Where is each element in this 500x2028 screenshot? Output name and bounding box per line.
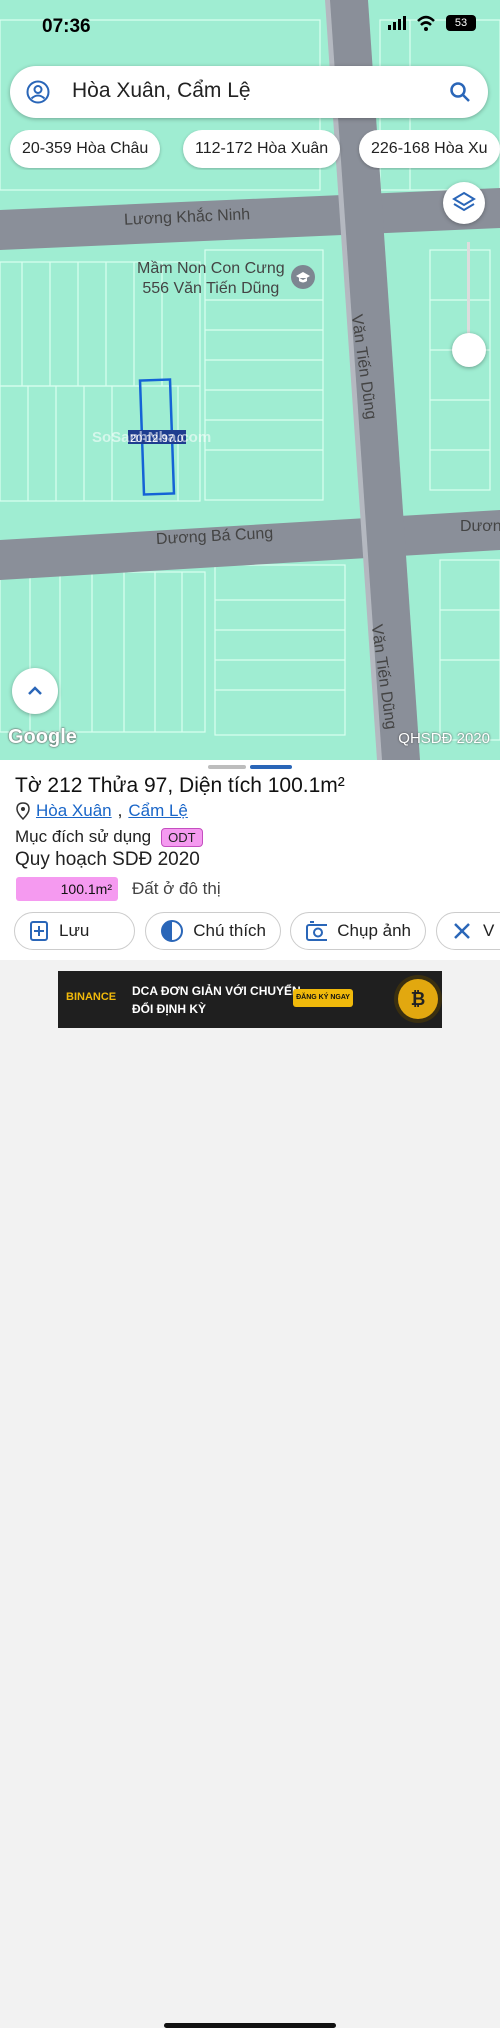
land-purpose-row: Mục đích sử dụng ODT xyxy=(15,827,203,847)
more-tools-label: V xyxy=(483,921,495,940)
legend-label: Chú thích xyxy=(193,921,266,940)
plan-area-row: 100.1m² Đất ở đô thị xyxy=(16,877,221,901)
chip-suggestion[interactable]: 112-172 Hòa Xuân xyxy=(183,130,341,168)
poi-address: 556 Văn Tiến Dũng xyxy=(142,280,280,297)
purpose-label: Mục đích sử dụng xyxy=(15,827,152,846)
location-separator: , xyxy=(117,801,123,820)
account-icon[interactable] xyxy=(26,80,50,104)
ad-headline-1: DCA ĐƠN GIẢN VỚI CHUYỂN xyxy=(132,984,301,998)
search-bar[interactable]: Hòa Xuân, Cẩm Lệ xyxy=(10,66,488,118)
street-label-duong-east: Dươn xyxy=(460,518,500,535)
capture-label: Chụp ảnh xyxy=(337,921,411,940)
ad-banner[interactable]: BINANCE DCA ĐƠN GIẢN VỚI CHUYỂN ĐỔI ĐỊNH… xyxy=(58,971,442,1028)
parcel-info-sheet: Tờ 212 Thửa 97, Diện tích 100.1m² Hòa Xu… xyxy=(0,760,500,960)
legend-icon xyxy=(161,920,183,942)
plan-area-bar: 100.1m² xyxy=(16,877,118,901)
suggestion-chips: 20-359 Hòa Châu 112-172 Hòa Xuân 226-168… xyxy=(0,130,500,170)
active-layer-tag: QHSDĐ 2020 xyxy=(398,730,490,747)
parcel-title: Tờ 212 Thửa 97, Diện tích 100.1m² xyxy=(15,774,345,797)
ad-area: BINANCE DCA ĐƠN GIẢN VỚI CHUYỂN ĐỔI ĐỊNH… xyxy=(0,960,500,2028)
google-logo: Google xyxy=(8,726,77,748)
district-link[interactable]: Cẩm Lệ xyxy=(128,801,188,821)
school-icon[interactable] xyxy=(290,264,316,290)
parcel-location: Hòa Xuân, Cẩm Lệ xyxy=(16,801,188,821)
sheet-handle-active[interactable] xyxy=(250,765,292,769)
chevron-up-icon xyxy=(28,686,42,695)
expand-button[interactable] xyxy=(12,668,58,714)
ward-link[interactable]: Hòa Xuân xyxy=(36,801,112,821)
layers-icon xyxy=(452,191,476,212)
battery-icon: 53 xyxy=(446,15,476,31)
bitcoin-icon: ₿ xyxy=(398,979,438,1019)
sheet-handle[interactable] xyxy=(208,765,246,769)
ad-headline-2: ĐỔI ĐỊNH KỲ xyxy=(132,1002,207,1016)
home-indicator[interactable] xyxy=(164,2023,336,2028)
layers-button[interactable] xyxy=(443,182,485,224)
search-query[interactable]: Hòa Xuân, Cẩm Lệ xyxy=(72,79,251,103)
plan-area-desc: Đất ở đô thị xyxy=(132,879,221,898)
plan-label: Quy hoạch SDĐ 2020 xyxy=(15,849,200,870)
save-label: Lưu xyxy=(59,921,90,940)
camera-icon xyxy=(306,921,328,941)
action-buttons: Lưu Chú thích Chụp ảnh V xyxy=(0,912,500,954)
wifi-icon xyxy=(417,15,435,31)
capture-button[interactable]: Chụp ảnh xyxy=(290,912,426,950)
opacity-slider-thumb[interactable] xyxy=(452,333,486,367)
search-icon[interactable] xyxy=(448,80,472,104)
location-pin-icon xyxy=(16,802,30,820)
ad-cta-button[interactable]: ĐĂNG KÝ NGAY xyxy=(293,989,353,1007)
save-button[interactable]: Lưu xyxy=(14,912,135,950)
watermark: SoSanhNha.com xyxy=(92,429,211,446)
chip-suggestion[interactable]: 226-168 Hòa Xu xyxy=(359,130,500,168)
status-bar: 07:36 53 xyxy=(0,0,500,56)
status-time: 07:36 xyxy=(42,16,91,37)
status-icons: 53 xyxy=(388,15,476,31)
poi-name: Mầm Non Con Cưng xyxy=(137,260,285,277)
poi-marker[interactable]: Mầm Non Con Cưng 556 Văn Tiến Dũng xyxy=(137,260,285,298)
purpose-badge: ODT xyxy=(161,827,203,847)
chip-suggestion[interactable]: 20-359 Hòa Châu xyxy=(10,130,161,168)
legend-button[interactable]: Chú thích xyxy=(145,912,281,950)
add-bookmark-icon xyxy=(30,921,48,941)
signal-icon xyxy=(388,16,406,30)
ad-brand: BINANCE xyxy=(66,991,117,1003)
tools-icon xyxy=(454,923,470,939)
more-tools-button[interactable]: V xyxy=(436,912,500,950)
